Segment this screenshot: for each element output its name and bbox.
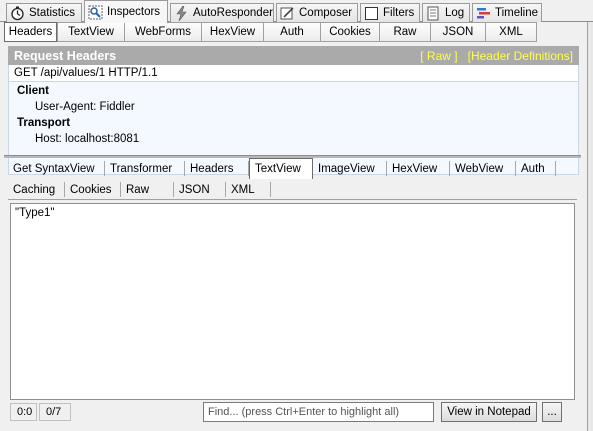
tab-filters[interactable]: Filters [360, 3, 420, 22]
req-tab-auth[interactable]: Auth [263, 22, 320, 42]
log-icon [426, 6, 441, 21]
response-tab-row-1: Get SyntaxView Transformer Headers TextV… [8, 158, 556, 179]
req-tab-cookies[interactable]: Cookies [320, 22, 379, 42]
request-line: GET /api/values/1 HTTP/1.1 [9, 65, 578, 82]
header-user-agent[interactable]: User-Agent: Fiddler [35, 101, 135, 113]
tab-autoresponder[interactable]: AutoResponder [170, 3, 274, 22]
stopwatch-icon [10, 6, 25, 21]
group-transport[interactable]: Transport [17, 117, 70, 129]
tab-statistics[interactable]: Statistics [6, 3, 82, 22]
resp-tab-hexview[interactable]: HexView [387, 158, 450, 179]
resp-tab-transformer[interactable]: Transformer [105, 158, 185, 179]
tab-label: AutoResponder [193, 7, 273, 19]
right-scroll-edge [587, 22, 593, 431]
group-client[interactable]: Client [17, 85, 49, 97]
tab-label: Filters [383, 7, 415, 19]
resp-tab-cookies[interactable]: Cookies [65, 179, 121, 200]
tab-log[interactable]: Log [422, 3, 470, 22]
tab-label: Composer [299, 7, 353, 19]
composer-icon [280, 6, 295, 21]
tab-timeline[interactable]: Timeline [472, 3, 542, 22]
tab-label: Statistics [29, 7, 76, 19]
selection-count: 0/7 [39, 403, 71, 421]
tab-inspectors[interactable]: Inspectors [84, 0, 168, 23]
response-text-body[interactable]: "Type1" [10, 203, 575, 400]
req-tab-headers[interactable]: Headers [4, 22, 57, 42]
request-headers-title-bar: Request Headers [ Raw ] [Header Definiti… [8, 46, 579, 65]
more-options-button[interactable]: ... [542, 402, 562, 422]
checkbox-icon [364, 6, 379, 21]
resp-tab-get-syntaxview[interactable]: Get SyntaxView [8, 158, 105, 179]
req-tab-webforms[interactable]: WebForms [124, 22, 201, 42]
main-tab-strip: Statistics Inspectors AutoResponder Comp… [0, 0, 593, 23]
request-tab-bar: Headers TextView WebForms HexView Auth C… [4, 22, 537, 42]
tab-composer[interactable]: Composer [276, 3, 358, 22]
cursor-position: 0:0 [10, 403, 37, 421]
resp-tab-webview[interactable]: WebView [450, 158, 516, 179]
req-tab-hexview[interactable]: HexView [201, 22, 263, 42]
resp-tab-textview[interactable]: TextView [249, 158, 313, 179]
view-in-notepad-button[interactable]: View in Notepad [441, 402, 537, 422]
resp-tab-caching[interactable]: Caching [8, 179, 65, 200]
find-input[interactable] [203, 402, 434, 422]
req-tab-json[interactable]: JSON [430, 22, 485, 42]
tab-divider [8, 199, 577, 200]
tab-label: Inspectors [107, 6, 161, 18]
tab-label: Timeline [495, 7, 539, 19]
tab-label: Log [445, 7, 465, 19]
response-tab-row-2: Caching Cookies Raw JSON XML [8, 179, 271, 200]
status-bar: 0:0 0/7 View in Notepad ... [10, 401, 575, 423]
inspector-icon [88, 5, 103, 20]
header-definitions-link[interactable]: [Header Definitions] [468, 49, 573, 63]
raw-link[interactable]: [ Raw ] [420, 49, 457, 63]
lightning-icon [174, 5, 189, 21]
resp-tab-headers[interactable]: Headers [185, 158, 249, 179]
resp-tab-xml[interactable]: XML [226, 179, 271, 200]
resp-tab-json[interactable]: JSON [174, 179, 226, 200]
resp-tab-imageview[interactable]: ImageView [313, 158, 387, 179]
section-title: Request Headers [14, 48, 117, 63]
req-tab-textview[interactable]: TextView [57, 22, 124, 42]
resp-tab-auth[interactable]: Auth [516, 158, 556, 179]
timeline-icon [476, 6, 491, 21]
req-tab-raw[interactable]: Raw [379, 22, 430, 42]
resp-tab-raw[interactable]: Raw [121, 179, 174, 200]
header-host[interactable]: Host: localhost:8081 [35, 133, 139, 145]
req-tab-xml[interactable]: XML [485, 22, 537, 42]
request-panel: Headers TextView WebForms HexView Auth C… [4, 22, 585, 175]
